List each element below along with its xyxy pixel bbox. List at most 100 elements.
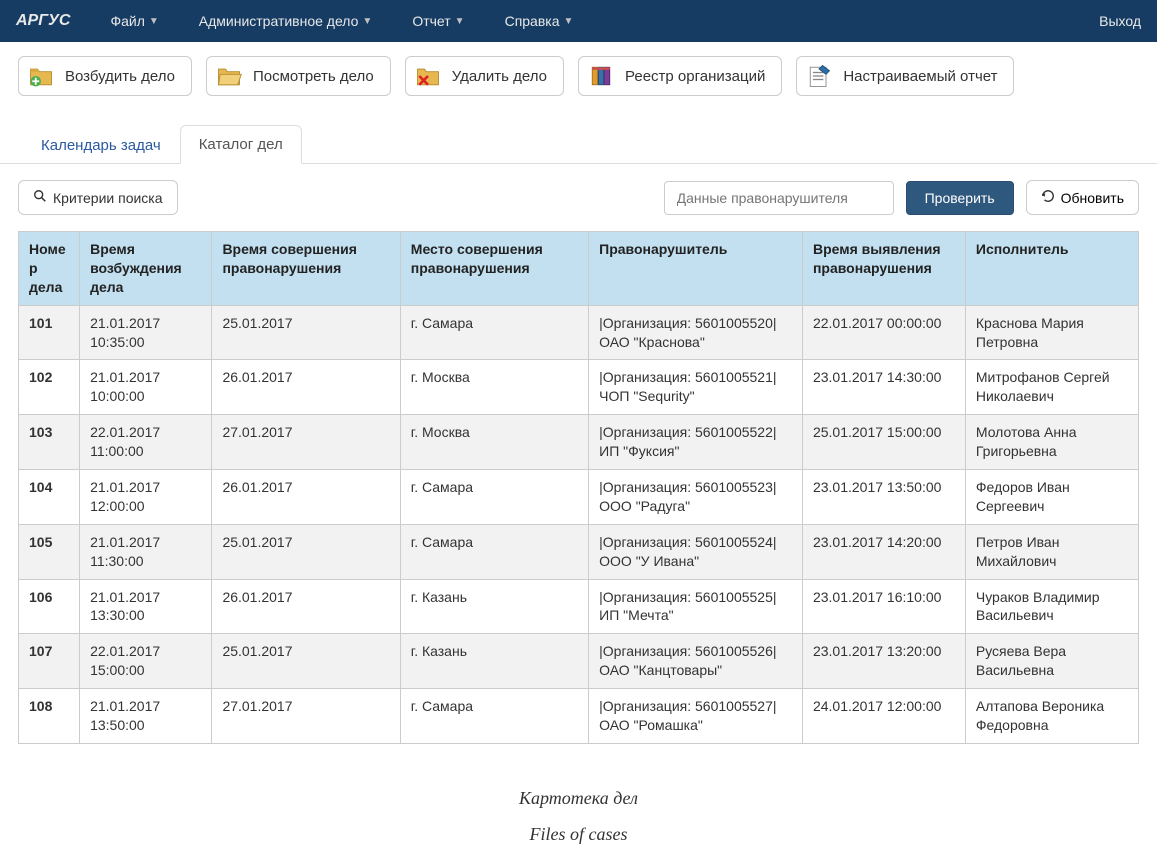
config-report-label: Настраиваемый отчет — [843, 68, 997, 85]
cell-init_time: 22.01.2017 15:00:00 — [80, 634, 212, 689]
config-report-button[interactable]: Настраиваемый отчет — [796, 56, 1014, 96]
cell-offense_time: 25.01.2017 — [212, 305, 400, 360]
tab-catalog[interactable]: Каталог дел — [180, 125, 302, 164]
nav-report-label: Отчет — [412, 13, 450, 29]
search-icon — [33, 189, 47, 206]
cell-offense_place: г. Казань — [400, 579, 588, 634]
delete-case-label: Удалить дело — [452, 68, 547, 85]
view-case-button[interactable]: Посмотреть дело — [206, 56, 391, 96]
org-registry-label: Реестр организаций — [625, 68, 765, 85]
cell-offender: |Организация: 5601005522| ИП "Фуксия" — [589, 415, 803, 470]
col-num[interactable]: Номер дела — [19, 232, 80, 306]
cases-table: Номер дела Время возбуждения дела Время … — [18, 231, 1139, 744]
nav-file[interactable]: Файл ▼ — [110, 13, 158, 29]
cell-executor: Митрофанов Сергей Николаевич — [965, 360, 1138, 415]
tabs: Календарь задач Каталог дел — [0, 106, 1157, 164]
cell-detect_time: 24.01.2017 12:00:00 — [802, 689, 965, 744]
cell-offender: |Организация: 5601005523| ООО "Радуга" — [589, 470, 803, 525]
delete-case-button[interactable]: Удалить дело — [405, 56, 564, 96]
cell-init_time: 21.01.2017 10:00:00 — [80, 360, 212, 415]
table-row[interactable]: 10621.01.2017 13:30:0026.01.2017г. Казан… — [19, 579, 1139, 634]
cell-offense_time: 26.01.2017 — [212, 470, 400, 525]
folder-open-icon — [215, 62, 243, 90]
folder-add-icon — [27, 62, 55, 90]
chevron-down-icon: ▼ — [455, 16, 465, 27]
table-row[interactable]: 10322.01.2017 11:00:0027.01.2017г. Москв… — [19, 415, 1139, 470]
cell-offense_time: 26.01.2017 — [212, 360, 400, 415]
create-case-label: Возбудить дело — [65, 68, 175, 85]
cell-num: 101 — [19, 305, 80, 360]
search-criteria-button[interactable]: Критерии поиска — [18, 180, 178, 215]
cases-table-wrap: Номер дела Время возбуждения дела Время … — [0, 231, 1157, 762]
col-offense-time[interactable]: Время совершения правонарушения — [212, 232, 400, 306]
offender-input[interactable] — [664, 181, 894, 215]
col-detect-time[interactable]: Время выявления правонарушения — [802, 232, 965, 306]
cell-executor: Петров Иван Михайлович — [965, 524, 1138, 579]
cell-num: 103 — [19, 415, 80, 470]
app-brand: АРГУС — [16, 12, 70, 30]
cell-executor: Молотова Анна Григорьевна — [965, 415, 1138, 470]
cell-offender: |Организация: 5601005526| ОАО "Канцтовар… — [589, 634, 803, 689]
cell-offense_time: 27.01.2017 — [212, 415, 400, 470]
nav-menu: Файл ▼ Административное дело ▼ Отчет ▼ С… — [110, 13, 1099, 29]
nav-help[interactable]: Справка ▼ — [505, 13, 574, 29]
cell-offender: |Организация: 5601005525| ИП "Мечта" — [589, 579, 803, 634]
caption-en: Files of cases — [0, 816, 1157, 852]
search-criteria-label: Критерии поиска — [53, 190, 163, 206]
col-executor[interactable]: Исполнитель — [965, 232, 1138, 306]
cell-detect_time: 23.01.2017 14:20:00 — [802, 524, 965, 579]
cell-num: 107 — [19, 634, 80, 689]
cell-offense_place: г. Москва — [400, 360, 588, 415]
cell-detect_time: 22.01.2017 00:00:00 — [802, 305, 965, 360]
nav-report[interactable]: Отчет ▼ — [412, 13, 464, 29]
cell-detect_time: 23.01.2017 14:30:00 — [802, 360, 965, 415]
nav-exit[interactable]: Выход — [1099, 13, 1141, 29]
cell-detect_time: 25.01.2017 15:00:00 — [802, 415, 965, 470]
cell-num: 108 — [19, 689, 80, 744]
refresh-button[interactable]: Обновить — [1026, 180, 1139, 215]
table-row[interactable]: 10121.01.2017 10:35:0025.01.2017г. Самар… — [19, 305, 1139, 360]
chevron-down-icon: ▼ — [564, 16, 574, 27]
cell-executor: Алтапова Вероника Федоровна — [965, 689, 1138, 744]
navbar: АРГУС Файл ▼ Административное дело ▼ Отч… — [0, 0, 1157, 42]
cell-executor: Краснова Мария Петровна — [965, 305, 1138, 360]
refresh-label: Обновить — [1061, 190, 1124, 206]
cell-offense_time: 27.01.2017 — [212, 689, 400, 744]
caption-ru: Картотека дел — [0, 780, 1157, 816]
col-offender[interactable]: Правонарушитель — [589, 232, 803, 306]
table-row[interactable]: 10722.01.2017 15:00:0025.01.2017г. Казан… — [19, 634, 1139, 689]
action-row: Критерии поиска Проверить Обновить — [0, 164, 1157, 231]
nav-admin-case[interactable]: Административное дело ▼ — [199, 13, 373, 29]
check-button[interactable]: Проверить — [906, 181, 1014, 215]
report-icon — [805, 62, 833, 90]
books-icon — [587, 62, 615, 90]
col-init-time[interactable]: Время возбуждения дела — [80, 232, 212, 306]
toolbar: Возбудить дело Посмотреть дело Удалить д… — [0, 42, 1157, 106]
table-row[interactable]: 10521.01.2017 11:30:0025.01.2017г. Самар… — [19, 524, 1139, 579]
table-row[interactable]: 10821.01.2017 13:50:0027.01.2017г. Самар… — [19, 689, 1139, 744]
cell-detect_time: 23.01.2017 16:10:00 — [802, 579, 965, 634]
chevron-down-icon: ▼ — [362, 16, 372, 27]
cell-detect_time: 23.01.2017 13:50:00 — [802, 470, 965, 525]
cell-init_time: 21.01.2017 13:30:00 — [80, 579, 212, 634]
cell-offense_place: г. Самара — [400, 689, 588, 744]
cell-num: 105 — [19, 524, 80, 579]
folder-delete-icon — [414, 62, 442, 90]
cell-num: 104 — [19, 470, 80, 525]
org-registry-button[interactable]: Реестр организаций — [578, 56, 782, 96]
cell-offender: |Организация: 5601005521| ЧОП "Sequrity" — [589, 360, 803, 415]
cell-offense_time: 25.01.2017 — [212, 524, 400, 579]
table-row[interactable]: 10421.01.2017 12:00:0026.01.2017г. Самар… — [19, 470, 1139, 525]
cell-offense_place: г. Самара — [400, 305, 588, 360]
col-offense-place[interactable]: Место совершения правонарушения — [400, 232, 588, 306]
cell-init_time: 21.01.2017 12:00:00 — [80, 470, 212, 525]
cell-executor: Русяева Вера Васильевна — [965, 634, 1138, 689]
cell-offender: |Организация: 5601005524| ООО "У Ивана" — [589, 524, 803, 579]
create-case-button[interactable]: Возбудить дело — [18, 56, 192, 96]
tab-calendar[interactable]: Календарь задач — [22, 126, 180, 164]
table-header-row: Номер дела Время возбуждения дела Время … — [19, 232, 1139, 306]
nav-admin-case-label: Административное дело — [199, 13, 359, 29]
refresh-icon — [1041, 189, 1055, 206]
table-row[interactable]: 10221.01.2017 10:00:0026.01.2017г. Москв… — [19, 360, 1139, 415]
nav-file-label: Файл — [110, 13, 144, 29]
